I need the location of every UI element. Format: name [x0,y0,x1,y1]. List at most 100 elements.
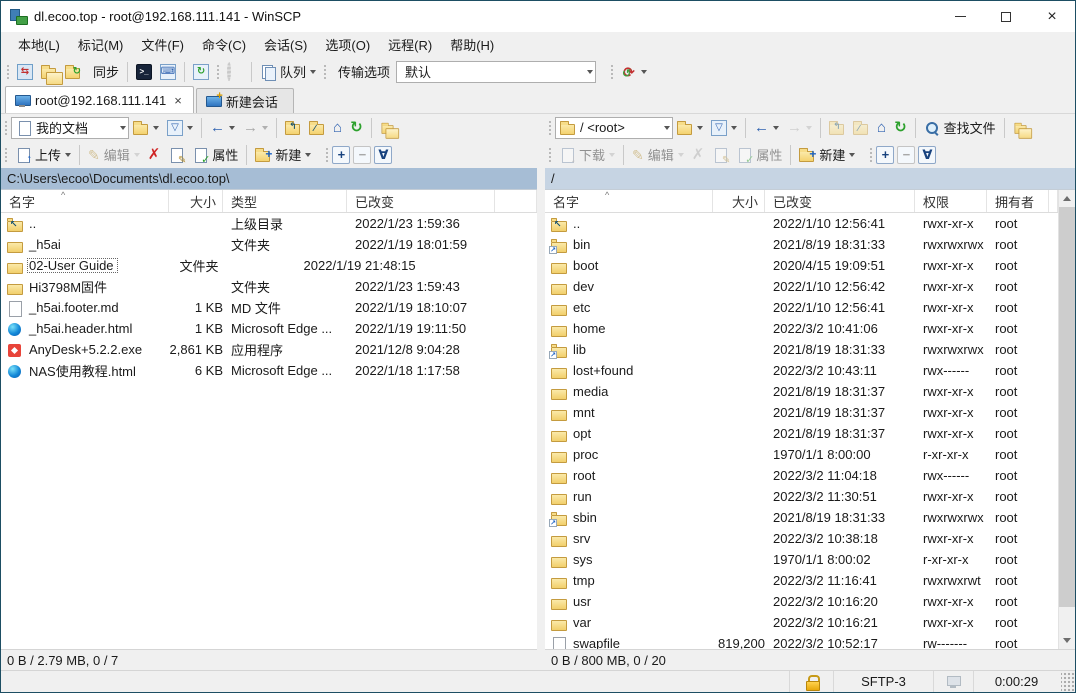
toolbar-grip[interactable] [869,147,873,163]
file-row[interactable]: boot2020/4/15 19:09:51rwxr-xr-xroot [545,255,1058,276]
connection-panel[interactable] [933,671,973,692]
upload-button[interactable]: 上传 [11,143,75,167]
local-back-button[interactable]: ← [206,116,239,140]
session-tab-1[interactable]: 新建会话 [196,88,294,113]
unselect-files-button[interactable]: − [353,146,371,164]
open-terminal-button[interactable]: >_ [132,60,156,84]
file-row[interactable]: AnyDesk+5.2.2.exe2,861 KB应用程序2021/12/8 9… [1,339,537,360]
maximize-button[interactable] [983,1,1029,32]
toolbar-grip[interactable] [216,64,220,80]
transfer-settings-button[interactable]: ⟳ [617,60,651,84]
remote-scrollbar[interactable] [1058,190,1075,649]
sync-browsing-button[interactable] [37,60,61,84]
file-row[interactable]: swapfile819,2002022/3/2 10:52:17rw------… [545,633,1058,649]
toolbar-grip[interactable] [325,147,329,163]
file-row[interactable]: sys1970/1/1 8:00:02r-xr-xr-xroot [545,549,1058,570]
unselect-files-button[interactable]: − [897,146,915,164]
menu-item-2[interactable]: 文件(F) [132,32,193,57]
local-forward-button[interactable]: → [239,116,272,140]
toolbar-grip[interactable] [4,147,8,163]
remote-rename-button[interactable]: ✎ [708,143,732,167]
remote-copy-path-button[interactable] [1009,116,1033,140]
column-header-1[interactable]: 大小 [713,190,765,212]
remote-filter-button[interactable]: ▽ [707,116,741,140]
local-copy-path-button[interactable] [376,116,400,140]
toolbar-grip[interactable] [610,64,614,80]
menu-item-6[interactable]: 远程(R) [379,32,441,57]
local-rename-button[interactable]: ✎ [164,143,188,167]
file-row[interactable]: tmp2022/3/2 11:16:41rwxrwxrwtroot [545,570,1058,591]
file-row[interactable]: dev2022/1/10 12:56:42rwxr-xr-xroot [545,276,1058,297]
menu-item-0[interactable]: 本地(L) [9,32,69,57]
file-row[interactable]: run2022/3/2 11:30:51rwxr-xr-xroot [545,486,1058,507]
column-header-2[interactable]: 类型 [223,190,347,212]
remote-back-button[interactable]: ← [750,116,783,140]
remote-root-dir-button[interactable]: ∕ [849,116,873,140]
file-row[interactable]: etc2022/1/10 12:56:41rwxr-xr-xroot [545,297,1058,318]
file-row[interactable]: root2022/3/2 11:04:18rwx------root [545,465,1058,486]
local-root-dir-button[interactable]: ∕ [305,116,329,140]
local-home-dir-button[interactable]: ⌂ [329,116,346,140]
local-open-dir-button[interactable] [129,116,163,140]
toolbar-grip[interactable] [4,120,8,136]
preferences-button[interactable] [223,60,247,84]
select-files-button[interactable]: + [876,146,894,164]
menu-item-4[interactable]: 会话(S) [255,32,316,57]
toolbar-grip[interactable] [548,147,552,163]
pane-splitter[interactable] [537,114,545,670]
menu-item-1[interactable]: 标记(M) [69,32,133,57]
select-files-button[interactable]: + [332,146,350,164]
find-files-button[interactable]: 查找文件 [920,116,1000,140]
file-row[interactable]: _h5ai文件夹2022/1/19 18:01:59 [1,234,537,255]
column-header-3[interactable]: 权限 [915,190,987,212]
synchronize-button[interactable]: 同步 [85,60,123,84]
column-header-3[interactable]: 已改变 [347,190,495,212]
menu-item-5[interactable]: 选项(O) [316,32,379,57]
column-header-0[interactable]: 名字^ [1,190,169,212]
file-row[interactable]: ↗bin2021/8/19 18:31:33rwxrwxrwxroot [545,234,1058,255]
refresh-session-button[interactable]: ↻ [189,60,213,84]
local-new-button[interactable]: 新建 [251,143,315,167]
file-row[interactable]: Hi3798M固件文件夹2022/1/23 1:59:43 [1,276,537,297]
encryption-panel[interactable] [789,671,833,692]
file-row[interactable]: _h5ai.header.html1 KBMicrosoft Edge ...2… [1,318,537,339]
invert-selection-button[interactable]: ∀ [374,146,392,164]
column-header-4[interactable]: 拥有者 [987,190,1049,212]
remote-home-dir-button[interactable]: ⌂ [873,116,890,140]
file-row[interactable]: lost+found2022/3/2 10:43:11rwx------root [545,360,1058,381]
local-parent-dir-button[interactable]: ↰ [281,116,305,140]
remote-forward-button[interactable]: → [783,116,816,140]
download-button[interactable]: 下载 [555,143,619,167]
transfer-preset-combo[interactable]: 默认 [396,61,596,83]
toolbar-grip[interactable] [6,64,10,80]
file-row[interactable]: NAS使用教程.html6 KBMicrosoft Edge ...2022/1… [1,360,537,381]
refresh-folders-button[interactable] [61,60,85,84]
file-row[interactable]: home2022/3/2 10:41:06rwxr-xr-xroot [545,318,1058,339]
menu-item-3[interactable]: 命令(C) [193,32,255,57]
minimize-button[interactable] [937,1,983,32]
queue-button[interactable]: 队列 [256,60,320,84]
remote-open-dir-button[interactable] [673,116,707,140]
column-header-2[interactable]: 已改变 [765,190,915,212]
local-properties-button[interactable]: 属性 [188,143,242,167]
file-row[interactable]: ↗lib2021/8/19 18:31:33rwxrwxrwxroot [545,339,1058,360]
file-row[interactable]: ↗sbin2021/8/19 18:31:33rwxrwxrwxroot [545,507,1058,528]
file-row[interactable]: _h5ai.footer.md1 KBMD 文件2022/1/19 18:10:… [1,297,537,318]
remote-refresh-button[interactable]: ↻ [890,116,911,140]
file-row[interactable]: media2021/8/19 18:31:37rwxr-xr-xroot [545,381,1058,402]
close-button[interactable]: × [1029,1,1075,32]
commander-layout-button[interactable]: ⇆ [13,60,37,84]
remote-delete-button[interactable]: ✗ [688,143,709,167]
menu-item-7[interactable]: 帮助(H) [441,32,503,57]
local-path-bar[interactable]: C:\Users\ecoo\Documents\dl.ecoo.top\ [1,168,537,189]
file-row[interactable]: mnt2021/8/19 18:31:37rwxr-xr-xroot [545,402,1058,423]
local-edit-button[interactable]: ✎编辑 [84,143,144,167]
toolbar-grip[interactable] [323,64,327,80]
scroll-up-icon[interactable] [1059,190,1075,207]
file-row[interactable]: ↖..上级目录2022/1/23 1:59:36 [1,213,537,234]
protocol-panel[interactable]: SFTP-3 [833,671,933,692]
file-row[interactable]: usr2022/3/2 10:16:20rwxr-xr-xroot [545,591,1058,612]
remote-parent-dir-button[interactable]: ↰ [825,116,849,140]
resize-grip[interactable] [1061,671,1075,692]
column-header-1[interactable]: 大小 [169,190,223,212]
